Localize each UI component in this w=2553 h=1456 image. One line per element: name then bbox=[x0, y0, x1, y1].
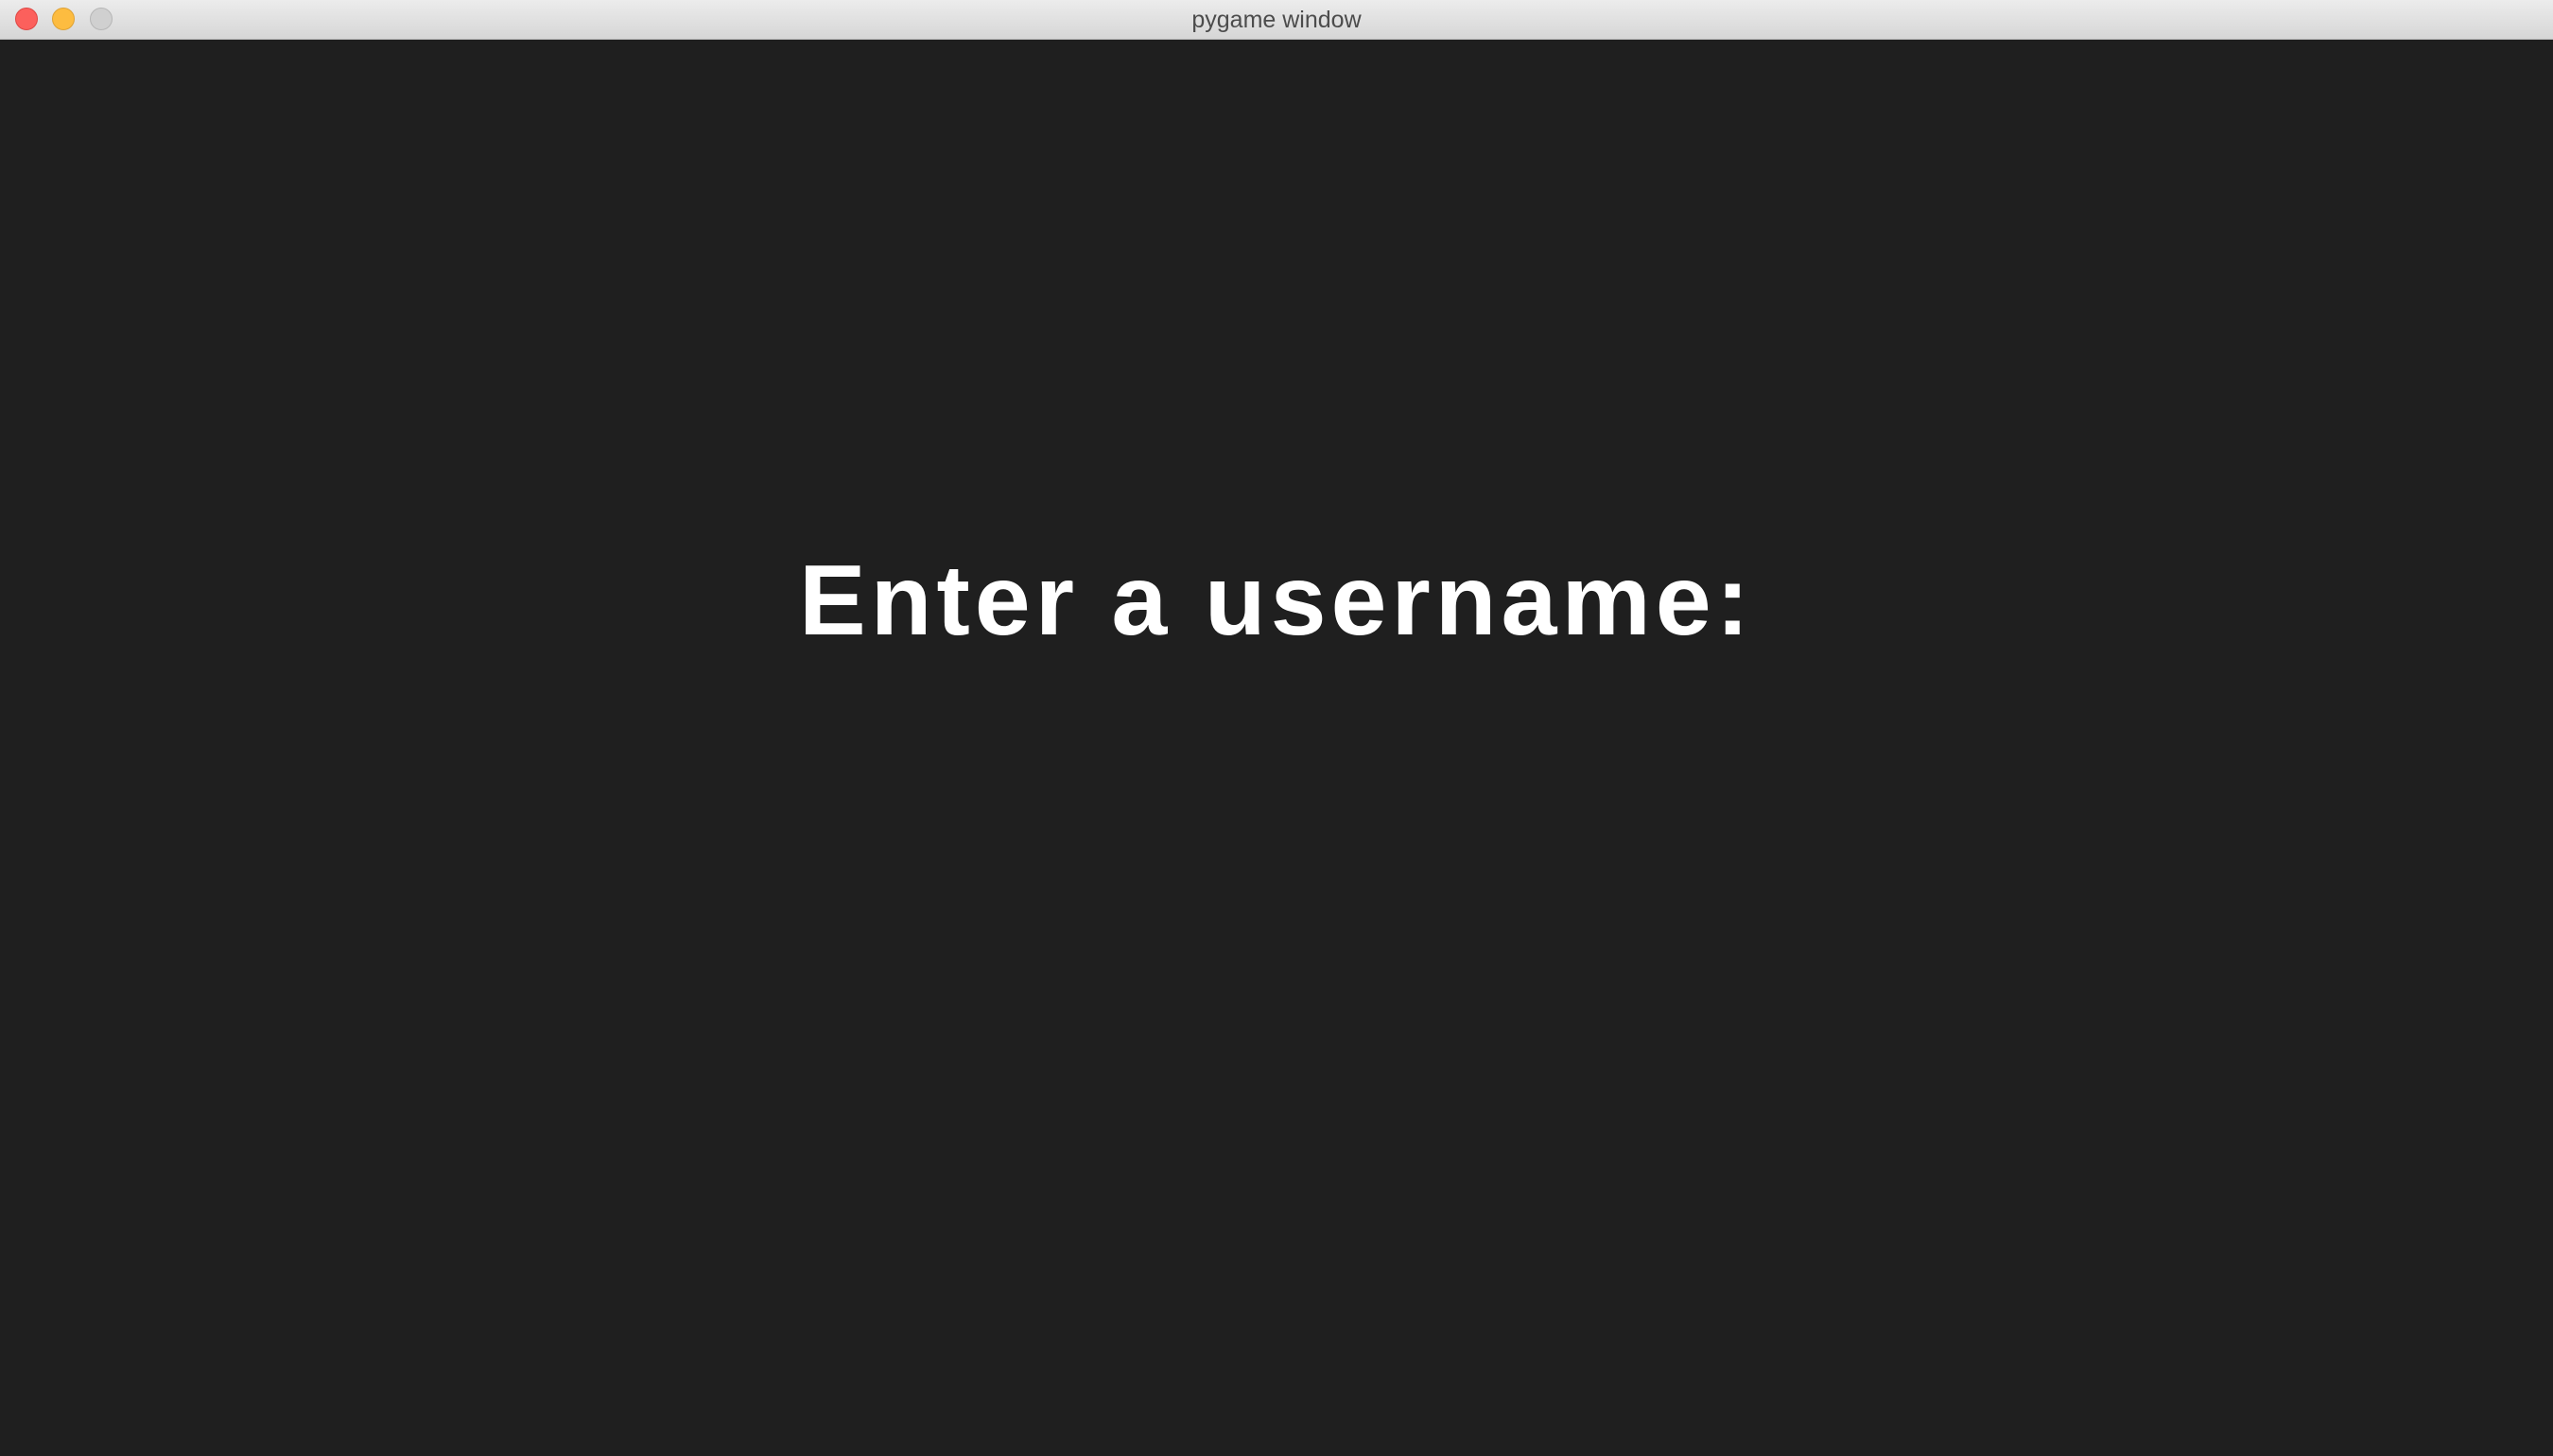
username-prompt: Enter a username: bbox=[799, 545, 1754, 656]
window-title: pygame window bbox=[1191, 7, 1362, 33]
title-bar[interactable]: pygame window bbox=[0, 0, 2553, 40]
game-canvas[interactable]: Enter a username: bbox=[0, 40, 2553, 1456]
pygame-window: pygame window Enter a username: bbox=[0, 0, 2553, 1456]
